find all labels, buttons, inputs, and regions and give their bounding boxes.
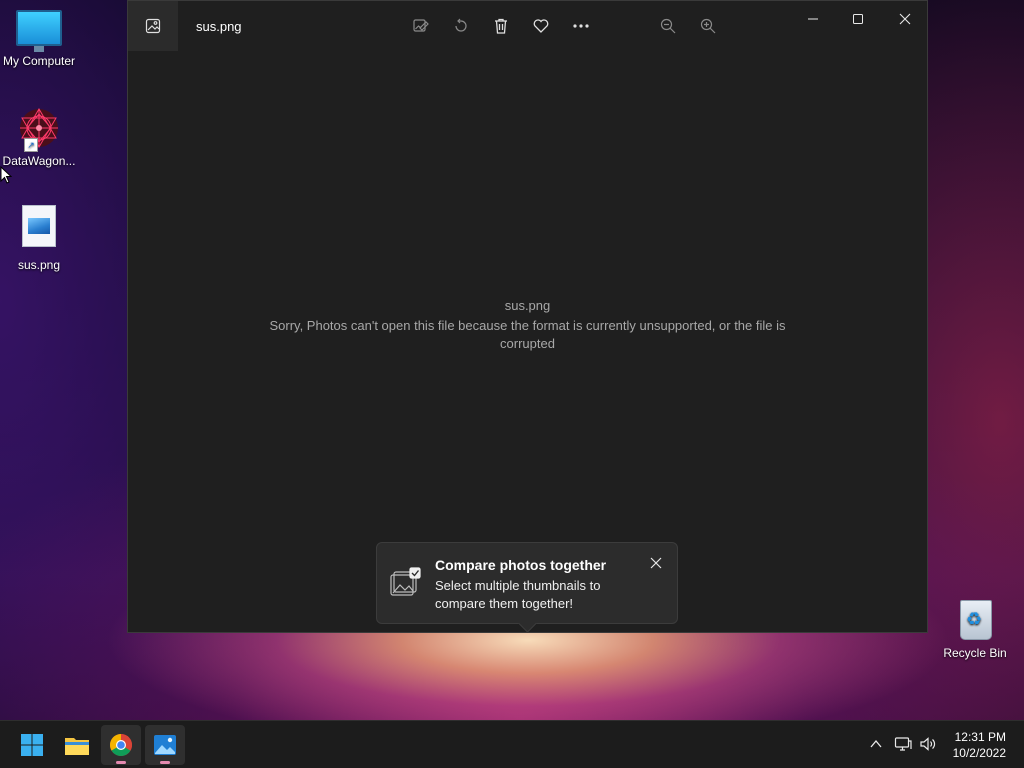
more-options-icon[interactable] xyxy=(570,15,592,37)
teaching-tip-body: Select multiple thumbnails to compare th… xyxy=(435,578,601,611)
mouse-cursor-icon xyxy=(0,166,12,184)
clock-date: 10/2/2022 xyxy=(952,746,1006,760)
desktop-icon-label: sus.png xyxy=(17,258,61,272)
close-window-button[interactable] xyxy=(883,7,927,31)
zoom-in-icon[interactable] xyxy=(697,15,719,37)
compare-photos-icon xyxy=(389,567,421,599)
desktop-icon-label: My Computer xyxy=(2,54,76,68)
window-title: sus.png xyxy=(196,19,242,34)
photos-app-icon xyxy=(145,18,161,34)
zoom-out-icon[interactable] xyxy=(657,15,679,37)
network-icon xyxy=(894,737,912,751)
recycle-bin-icon: ♻ xyxy=(957,596,993,640)
system-clock[interactable]: 12:31 PM 10/2/2022 xyxy=(953,729,1006,761)
close-icon xyxy=(899,13,911,25)
monitor-icon xyxy=(16,10,62,52)
photos-window: sus.png sus.png Sorry, Photos can't open… xyxy=(127,0,928,633)
teaching-tip-close-button[interactable] xyxy=(647,554,665,572)
maximize-icon xyxy=(853,14,863,24)
start-button[interactable] xyxy=(12,725,52,765)
teaching-tip-title: Compare photos together xyxy=(435,557,607,573)
maximize-button[interactable] xyxy=(836,7,880,31)
close-icon xyxy=(650,557,662,569)
rotate-icon[interactable] xyxy=(450,15,472,37)
file-explorer-icon xyxy=(65,738,89,755)
compare-photos-teaching-tip: Compare photos together Select multiple … xyxy=(376,542,678,624)
show-hidden-icons-button[interactable] xyxy=(866,734,886,754)
datawagon-app-icon: ↗ xyxy=(16,106,62,152)
photos-icon xyxy=(154,735,176,755)
running-indicator xyxy=(116,761,126,764)
shortcut-arrow-icon: ↗ xyxy=(24,138,38,152)
minimize-icon xyxy=(808,18,818,20)
edit-image-icon[interactable] xyxy=(410,15,432,37)
network-button[interactable] xyxy=(893,734,913,754)
desktop-icon-datawagon[interactable]: ↗ DataWagon... xyxy=(0,106,79,168)
start-windows-icon xyxy=(21,734,43,756)
chrome-icon xyxy=(110,734,132,756)
file-explorer-taskbar-button[interactable] xyxy=(57,725,97,765)
photos-app-tab[interactable] xyxy=(128,1,178,51)
title-bar[interactable]: sus.png xyxy=(128,1,927,51)
file-name-label: sus.png xyxy=(504,298,551,313)
error-message-area: sus.png Sorry, Photos can't open this fi… xyxy=(128,297,927,353)
clock-time: 12:31 PM xyxy=(954,730,1006,744)
volume-icon xyxy=(920,737,936,751)
photos-taskbar-button[interactable] xyxy=(145,725,185,765)
image-file-icon xyxy=(22,205,56,247)
running-indicator xyxy=(160,761,170,764)
desktop-icon-label: Recycle Bin xyxy=(943,646,1007,660)
favorite-heart-icon[interactable] xyxy=(530,15,552,37)
chrome-taskbar-button[interactable] xyxy=(101,725,141,765)
desktop-icon-sus-png[interactable]: sus.png xyxy=(0,205,79,272)
taskbar: 12:31 PM 10/2/2022 xyxy=(0,720,1024,768)
chevron-up-icon xyxy=(870,739,882,748)
desktop-icon-my-computer[interactable]: My Computer xyxy=(0,10,79,68)
delete-icon[interactable] xyxy=(490,15,512,37)
desktop-icon-recycle-bin[interactable]: ♻ Recycle Bin xyxy=(935,596,1015,660)
error-message: Sorry, Photos can't open this file becau… xyxy=(269,318,786,351)
minimize-button[interactable] xyxy=(791,7,835,31)
volume-button[interactable] xyxy=(918,734,938,754)
